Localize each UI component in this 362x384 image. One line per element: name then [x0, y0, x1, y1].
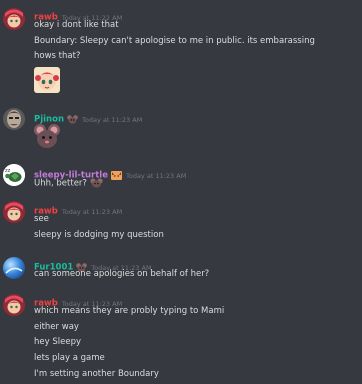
rawb-avatar[interactable]: [3, 8, 25, 30]
message-group: Pjinon Today at 11:23 AM: [0, 98, 362, 154]
message-text: either way: [34, 322, 79, 332]
message-group: rawb Today at 11:23 AM see sleepy is dodg…: [0, 198, 362, 250]
message-text: hey Sleepy: [34, 337, 81, 347]
message-header: rawb Today at 11:23 AM: [34, 293, 122, 309]
message-text: hows that?: [34, 51, 81, 61]
message-text: can someone apologies on behalf of her?: [34, 269, 210, 279]
svg-text:zz: zz: [5, 168, 11, 174]
fur-avatar[interactable]: [3, 257, 25, 279]
message-header: rawb Today at 11:22 AM: [34, 7, 122, 23]
message-text: lets play a game: [34, 353, 105, 363]
rawb-avatar[interactable]: [3, 294, 25, 316]
mouse-face-badge: [67, 115, 78, 124]
mouse-face-small-emoji[interactable]: [90, 178, 103, 188]
message-text: Boundary: Sleepy can't apologise to me i…: [34, 36, 315, 46]
pjinon-avatar[interactable]: [3, 108, 25, 130]
message-text: sleepy is dodging my question: [34, 230, 164, 240]
message-group: zz sleepy-lil-turtle Today at 11:23 AM Uh…: [0, 154, 362, 198]
anime-face-emoji[interactable]: [33, 66, 61, 94]
message-group: rawb Today at 11:22 AM okay i dont like t…: [0, 0, 362, 98]
message-header: rawb Today at 11:23 AM: [34, 201, 123, 217]
turtle-avatar[interactable]: zz: [3, 164, 25, 186]
message-text: see: [34, 214, 49, 224]
rawb-avatar[interactable]: [3, 201, 25, 223]
message-header: Pjinon Today at 11:23 AM: [34, 109, 143, 125]
message-text: okay i dont like that: [34, 20, 119, 30]
message-group: rawb Today at 11:23 AM which means they a…: [0, 290, 362, 384]
timestamp: Today at 11:23 AM: [125, 171, 187, 180]
message-text: Uhh, better?: [34, 178, 87, 189]
timestamp: Today at 11:23 AM: [61, 207, 123, 216]
message-header: sleepy-lil-turtle Today at 11:23 AM: [34, 165, 187, 181]
timestamp: Today at 11:23 AM: [82, 115, 143, 124]
message-text: I'm setting another Boundary: [34, 369, 159, 379]
cat-face-badge: [110, 171, 122, 180]
chat-log: rawb Today at 11:22 AM okay i dont like t…: [0, 0, 362, 384]
mouse-face-emoji[interactable]: [33, 122, 61, 150]
message-line: Uhh, better?: [34, 178, 103, 190]
message-text: which means they are probly typing to Ma…: [34, 306, 225, 316]
message-group: Fur1001 Today at 11:23 AM can someone apo…: [0, 250, 362, 290]
